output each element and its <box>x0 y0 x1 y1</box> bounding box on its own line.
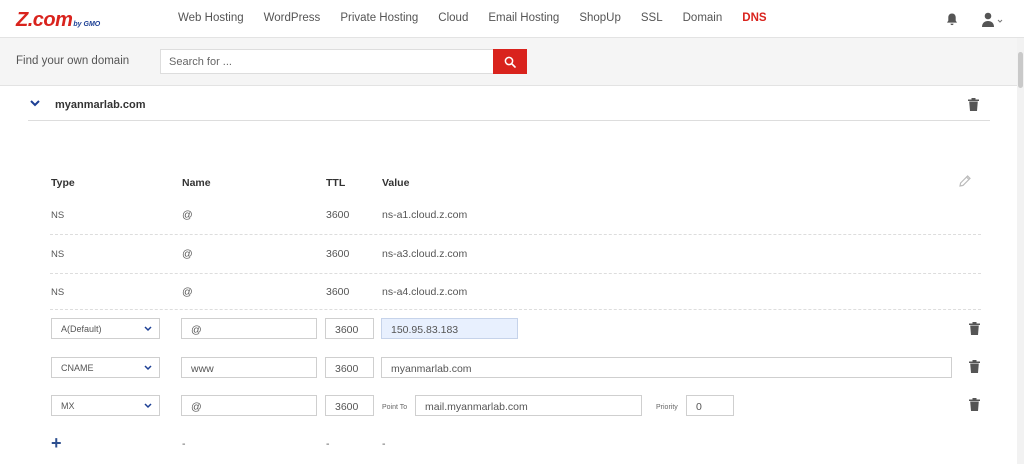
scrollbar-thumb[interactable] <box>1018 52 1023 88</box>
record-ttl-value: 3600 <box>335 363 359 375</box>
nav-item-ssl[interactable]: SSL <box>641 12 663 24</box>
record-value-text: 150.95.83.183 <box>391 324 459 336</box>
record-ttl-input[interactable]: 3600 <box>325 395 374 416</box>
record-name: @ <box>182 248 193 260</box>
column-header-value: Value <box>382 177 410 189</box>
new-record-ttl: - <box>326 438 330 450</box>
priority-input[interactable]: 0 <box>686 395 734 416</box>
chevron-down-icon <box>144 403 152 409</box>
record-value: ns-a1.cloud.z.com <box>382 209 468 221</box>
nav-item-wordpress[interactable]: WordPress <box>264 12 321 24</box>
record-ttl-value: 3600 <box>335 324 359 336</box>
record-ttl: 3600 <box>326 248 350 260</box>
record-name-value: www <box>191 363 214 375</box>
chevron-down-icon <box>997 19 1003 23</box>
record-name-input[interactable]: @ <box>181 395 317 416</box>
record-type: NS <box>51 210 65 221</box>
record-type-select[interactable]: MX <box>51 395 160 416</box>
user-icon <box>982 12 994 27</box>
delete-record-icon[interactable] <box>969 360 980 373</box>
point-to-label: Point To <box>382 404 408 411</box>
top-nav: Z.comby GMO Web Hosting WordPress Privat… <box>0 0 1024 38</box>
chevron-down-icon <box>144 326 152 332</box>
search-icon <box>504 56 516 68</box>
record-value-input[interactable]: myanmarlab.com <box>381 357 952 378</box>
nav-item-shopup[interactable]: ShopUp <box>579 12 621 24</box>
record-name-value: @ <box>191 401 202 413</box>
chevron-down-icon[interactable] <box>30 99 40 107</box>
record-type: NS <box>51 287 65 298</box>
record-type: NS <box>51 249 65 260</box>
delete-record-icon[interactable] <box>969 398 980 411</box>
column-header-ttl: TTL <box>326 177 346 189</box>
record-name-input[interactable]: www <box>181 357 317 378</box>
record-value: ns-a3.cloud.z.com <box>382 248 468 260</box>
priority-label: Priority <box>656 404 678 411</box>
search-button[interactable] <box>493 49 527 74</box>
record-value-text: myanmarlab.com <box>391 363 472 375</box>
domain-name: myanmarlab.com <box>55 99 146 111</box>
user-menu[interactable] <box>982 12 1004 27</box>
row-divider <box>50 273 981 274</box>
selected-type: CNAME <box>61 363 94 373</box>
column-header-name: Name <box>182 177 211 189</box>
record-type-select[interactable]: A(Default) <box>51 318 160 339</box>
logo-brand: Z.com <box>16 9 73 31</box>
domain-header: myanmarlab.com <box>28 86 990 121</box>
record-name-input[interactable]: @ <box>181 318 317 339</box>
record-ttl-input[interactable]: 3600 <box>325 318 374 339</box>
selected-type: A(Default) <box>61 324 102 334</box>
record-value-input[interactable]: mail.myanmarlab.com <box>415 395 642 416</box>
record-value: ns-a4.cloud.z.com <box>382 286 468 298</box>
nav-item-web-hosting[interactable]: Web Hosting <box>178 12 244 24</box>
record-ttl: 3600 <box>326 286 350 298</box>
priority-value: 0 <box>696 401 702 413</box>
chevron-down-icon <box>144 365 152 371</box>
nav-item-private-hosting[interactable]: Private Hosting <box>340 12 418 24</box>
column-header-type: Type <box>51 177 75 189</box>
row-divider <box>50 309 981 310</box>
add-record-button[interactable]: + <box>51 434 62 452</box>
domain-search-bar: Find your own domain <box>0 38 1024 86</box>
nav-item-cloud[interactable]: Cloud <box>438 12 468 24</box>
record-ttl-input[interactable]: 3600 <box>325 357 374 378</box>
delete-record-icon[interactable] <box>969 322 980 335</box>
selected-type: MX <box>61 401 75 411</box>
record-ttl-value: 3600 <box>335 401 359 413</box>
search-label: Find your own domain <box>16 55 130 67</box>
nav-item-email-hosting[interactable]: Email Hosting <box>488 12 559 24</box>
nav-item-dns[interactable]: DNS <box>742 12 766 24</box>
row-divider <box>50 234 981 235</box>
record-name: @ <box>182 209 193 221</box>
edit-pencil-icon[interactable] <box>958 174 972 188</box>
record-ttl: 3600 <box>326 209 350 221</box>
record-value-input[interactable]: 150.95.83.183 <box>381 318 518 339</box>
record-value-text: mail.myanmarlab.com <box>425 401 528 413</box>
new-record-name: - <box>182 438 186 450</box>
nav-menu: Web Hosting WordPress Private Hosting Cl… <box>168 12 777 24</box>
bell-icon[interactable] <box>946 13 958 26</box>
delete-domain-icon[interactable] <box>968 98 979 111</box>
zcom-logo[interactable]: Z.comby GMO <box>16 9 101 31</box>
vertical-scrollbar[interactable] <box>1017 38 1024 464</box>
record-type-select[interactable]: CNAME <box>51 357 160 378</box>
record-name-value: @ <box>191 324 202 336</box>
nav-item-domain[interactable]: Domain <box>683 12 723 24</box>
search-input[interactable] <box>160 49 494 74</box>
record-name: @ <box>182 286 193 298</box>
new-record-value: - <box>382 438 386 450</box>
logo-suffix: by GMO <box>73 21 101 28</box>
